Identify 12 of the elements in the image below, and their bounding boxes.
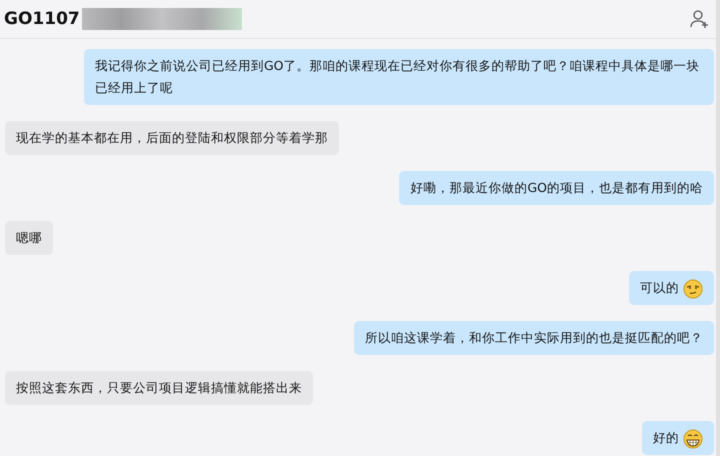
add-person-icon[interactable]	[690, 9, 710, 29]
message-text: 按照这套东西，只要公司项目逻辑搞懂就能搭出来	[16, 380, 302, 395]
chat-title: GO1107	[4, 9, 80, 29]
grinning-face-icon	[683, 428, 703, 449]
message-text: 现在学的基本都在用，后面的登陆和权限部分等着学那	[16, 130, 328, 145]
message-text: 好的	[653, 430, 680, 445]
message-text: 嗯哪	[16, 230, 42, 245]
smirking-face-icon	[683, 278, 703, 299]
message-text: 可以的	[640, 280, 680, 295]
message-text: 好嘞，那最近你做的GO的项目，也是都有用到的哈	[410, 180, 703, 195]
message-text: 我记得你之前说公司已经用到GO了。那咱的课程现在已经对你有很多的帮助了吧？咱课程中具体是哪一块已经用上了呢	[95, 58, 700, 95]
message-text: 所以咱这课学着，和你工作中实际用到的也是挺匹配的吧？	[365, 330, 703, 345]
